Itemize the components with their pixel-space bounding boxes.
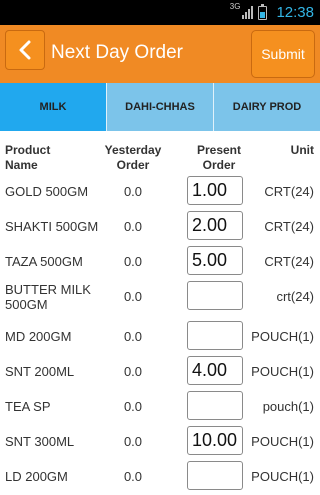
unit-label: POUCH(1) <box>251 469 314 484</box>
table-header: Product Name Yesterday Order Present Ord… <box>0 143 320 175</box>
table-row: SNT 200ML 0.0 4.00 POUCH(1) <box>0 355 320 390</box>
present-order-input[interactable] <box>187 321 243 350</box>
header-product-name: Product Name <box>5 143 51 172</box>
table-row: MD 200GM 0.0 POUCH(1) <box>0 320 320 355</box>
product-name: SHAKTI 500GM <box>5 219 99 234</box>
product-name: SNT 300ML <box>5 434 75 449</box>
present-order-input[interactable]: 4.00 <box>187 356 243 385</box>
unit-label: CRT(24) <box>264 184 314 199</box>
tab-milk[interactable]: MILK <box>0 83 107 131</box>
product-name: BUTTER MILK 500GM <box>5 282 91 309</box>
present-order-input[interactable]: 2.00 <box>187 211 243 240</box>
unit-label: CRT(24) <box>264 219 314 234</box>
tab-dahi-chhas[interactable]: DAHI-CHHAS <box>107 83 214 131</box>
signal-icon <box>242 6 254 19</box>
network-type: 3G <box>229 2 241 11</box>
yesterday-order: 0.0 <box>123 434 143 449</box>
table-row: TAZA 500GM 0.0 5.00 CRT(24) <box>0 245 320 280</box>
yesterday-order: 0.0 <box>123 469 143 484</box>
page-title: Next Day Order <box>51 42 183 63</box>
yesterday-order: 0.0 <box>123 289 143 304</box>
product-name: TEA SP <box>5 399 51 414</box>
yesterday-order: 0.0 <box>123 364 143 379</box>
present-order-input[interactable]: 1.00 <box>187 176 243 205</box>
status-bar: 3G 12:38 <box>0 0 320 25</box>
product-name: SNT 200ML <box>5 364 75 379</box>
unit-label: POUCH(1) <box>251 364 314 379</box>
present-order-input[interactable]: 5.00 <box>187 246 243 275</box>
table-row: SHAKTI 500GM 0.0 2.00 CRT(24) <box>0 210 320 245</box>
yesterday-order: 0.0 <box>123 399 143 414</box>
chevron-left-icon <box>19 40 31 60</box>
product-name: TAZA 500GM <box>5 254 83 269</box>
table-row: LD 200GM 0.0 POUCH(1) <box>0 460 320 495</box>
header-yesterday-order: Yesterday Order <box>104 143 162 172</box>
table-row: GOLD 500GM 0.0 1.00 CRT(24) <box>0 175 320 210</box>
submit-button[interactable]: Submit <box>251 30 315 78</box>
battery-icon <box>258 3 268 20</box>
present-order-input[interactable] <box>187 461 243 490</box>
product-name: MD 200GM <box>5 329 72 344</box>
back-button[interactable] <box>5 30 45 70</box>
yesterday-order: 0.0 <box>123 184 143 199</box>
yesterday-order: 0.0 <box>123 219 143 234</box>
unit-label: pouch(1) <box>262 399 314 414</box>
present-order-input[interactable] <box>187 281 243 310</box>
table-row: BUTTER MILK 500GM 0.0 crt(24) <box>0 280 320 315</box>
yesterday-order: 0.0 <box>123 254 143 269</box>
battery-level <box>260 12 266 18</box>
product-name: GOLD 500GM <box>5 184 89 199</box>
app-bar: Next Day Order Submit <box>0 25 320 83</box>
unit-label: crt(24) <box>276 289 314 304</box>
status-icons: 3G 12:38 <box>230 0 314 25</box>
present-order-input[interactable] <box>187 391 243 420</box>
header-unit: Unit <box>290 143 314 157</box>
present-order-input[interactable]: 10.00 <box>187 426 243 455</box>
product-name: LD 200GM <box>5 469 68 484</box>
tab-dairy-prod[interactable]: DAIRY PROD <box>214 83 320 131</box>
category-tabs: MILK DAHI-CHHAS DAIRY PROD <box>0 83 320 131</box>
unit-label: CRT(24) <box>264 254 314 269</box>
yesterday-order: 0.0 <box>123 329 143 344</box>
table-row: TEA SP 0.0 pouch(1) <box>0 390 320 425</box>
clock: 12:38 <box>276 4 314 21</box>
header-present-order: Present Order <box>196 143 242 172</box>
table-row: SNT 300ML 0.0 10.00 POUCH(1) <box>0 425 320 460</box>
unit-label: POUCH(1) <box>251 329 314 344</box>
unit-label: POUCH(1) <box>251 434 314 449</box>
